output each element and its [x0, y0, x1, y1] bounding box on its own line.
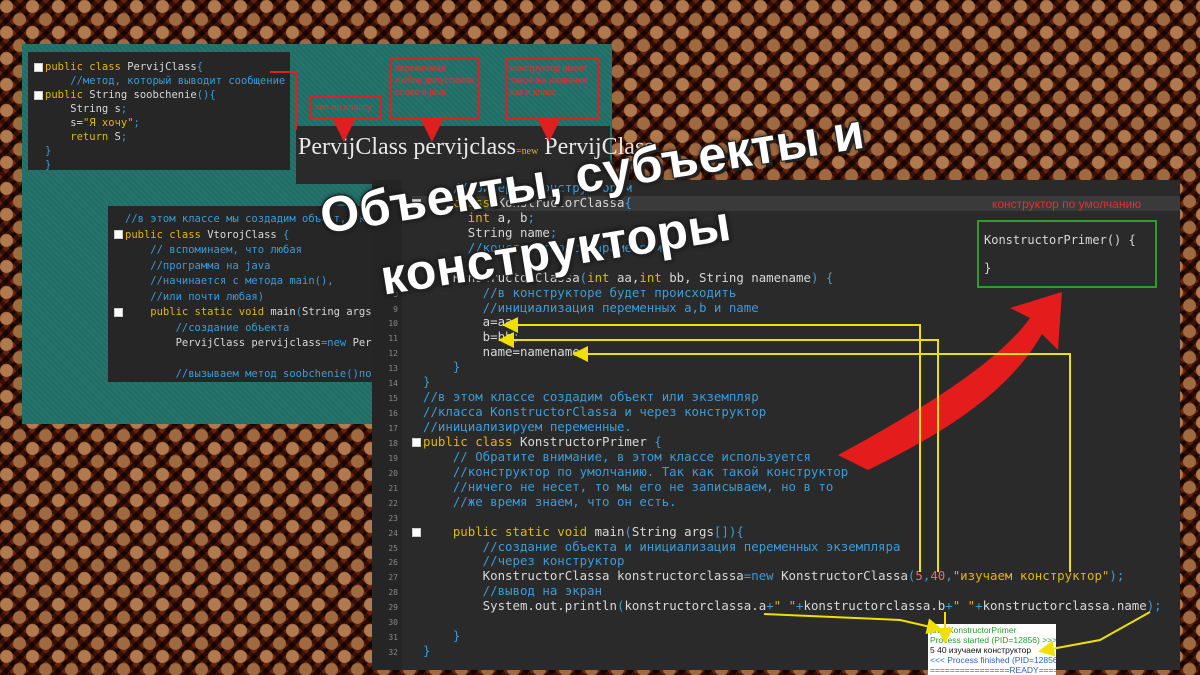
yellow-arrow-a-output	[763, 613, 943, 635]
annotation-arrows	[270, 71, 1151, 657]
red-connector-line	[270, 71, 297, 130]
big-red-arrow	[838, 292, 1062, 470]
yellow-arrow-name-output	[1038, 611, 1151, 657]
